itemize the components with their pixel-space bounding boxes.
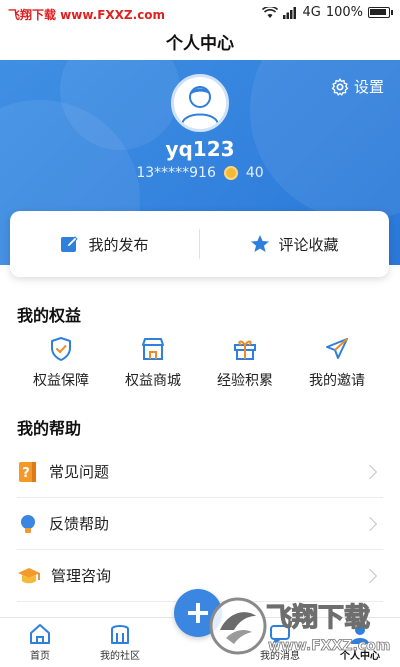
store-icon [142,338,164,360]
help-item-label: 管理咨询 [51,567,112,585]
home-icon [30,624,50,644]
send-icon [326,338,348,359]
wifi-icon [262,6,279,18]
tab-community[interactable]: 我的社区 [80,618,160,667]
benefit-label: 经验积累 [217,373,273,389]
help-item-label: 常见问题 [49,463,110,481]
help-item-feedback[interactable]: 反馈帮助 [17,498,383,550]
help-list: ? 常见问题 反馈帮助 管理咨询 [17,446,383,602]
benefit-invite[interactable]: 我的邀请 [291,336,383,390]
my-posts-button[interactable]: 我的发布 [10,211,199,277]
tab-label: 我的社区 [100,651,140,662]
edit-icon [61,236,79,252]
help-item-label: 反馈帮助 [49,515,110,533]
lightbulb-icon [21,514,35,533]
chevron-right-icon [362,568,378,583]
status-bar: 飞翔下载 www.FXXZ.com 4G 100% [0,0,400,28]
battery-percent: 100% [325,5,363,20]
watermark-logo-url: www.FXXZ.com [268,638,390,654]
benefit-label: 权益商城 [125,373,181,389]
benefit-protection[interactable]: 权益保障 [15,336,107,390]
star-icon [251,235,270,252]
chevron-right-icon [362,464,378,479]
tab-label: 首页 [30,651,50,662]
question-book-icon: ? [19,461,36,482]
battery-icon [368,7,393,18]
signal-icon [283,6,297,19]
benefit-experience[interactable]: 经验积累 [199,336,291,390]
gift-icon [234,340,256,360]
benefit-label: 我的邀请 [309,373,365,389]
avatar[interactable] [171,74,229,132]
user-meta: 13*****916 40 [0,165,400,181]
tab-home[interactable]: 首页 [0,618,80,667]
status-indicators: 4G 100% [262,5,393,20]
gear-icon [331,77,349,96]
quick-actions-card: 我的发布 评论收藏 [10,211,389,277]
help-item-faq[interactable]: ? 常见问题 [17,446,383,498]
svg-text:?: ? [22,466,30,481]
username: yq123 [165,137,235,161]
settings-label: 设置 [353,78,384,96]
watermark-logo-text: 飞翔下载 [266,603,370,633]
benefits-grid: 权益保障 权益商城 经验积累 我的邀请 [0,336,400,390]
shield-check-icon [51,337,71,361]
coin-count: 40 [245,165,264,181]
comments-favorites-label: 评论收藏 [278,235,339,254]
phone-number: 13*****916 [136,165,216,181]
watermark-logo: 飞翔下载 www.FXXZ.com [209,597,391,655]
coin-icon [223,166,238,180]
benefit-store[interactable]: 权益商城 [107,336,199,390]
settings-button[interactable]: 设置 [330,76,384,97]
benefit-label: 权益保障 [33,373,89,389]
benefits-section-title: 我的权益 [17,306,82,325]
user-avatar-icon [181,86,219,126]
page-title: 个人中心 [0,28,400,60]
my-posts-label: 我的发布 [88,235,149,254]
watermark-text: 飞翔下载 www.FXXZ.com [8,8,166,22]
network-type: 4G [302,5,321,20]
help-section-title: 我的帮助 [17,419,82,438]
chevron-right-icon [362,516,378,531]
graduation-cap-icon [18,567,40,583]
comments-favorites-button[interactable]: 评论收藏 [200,211,389,277]
community-icon [111,625,129,644]
